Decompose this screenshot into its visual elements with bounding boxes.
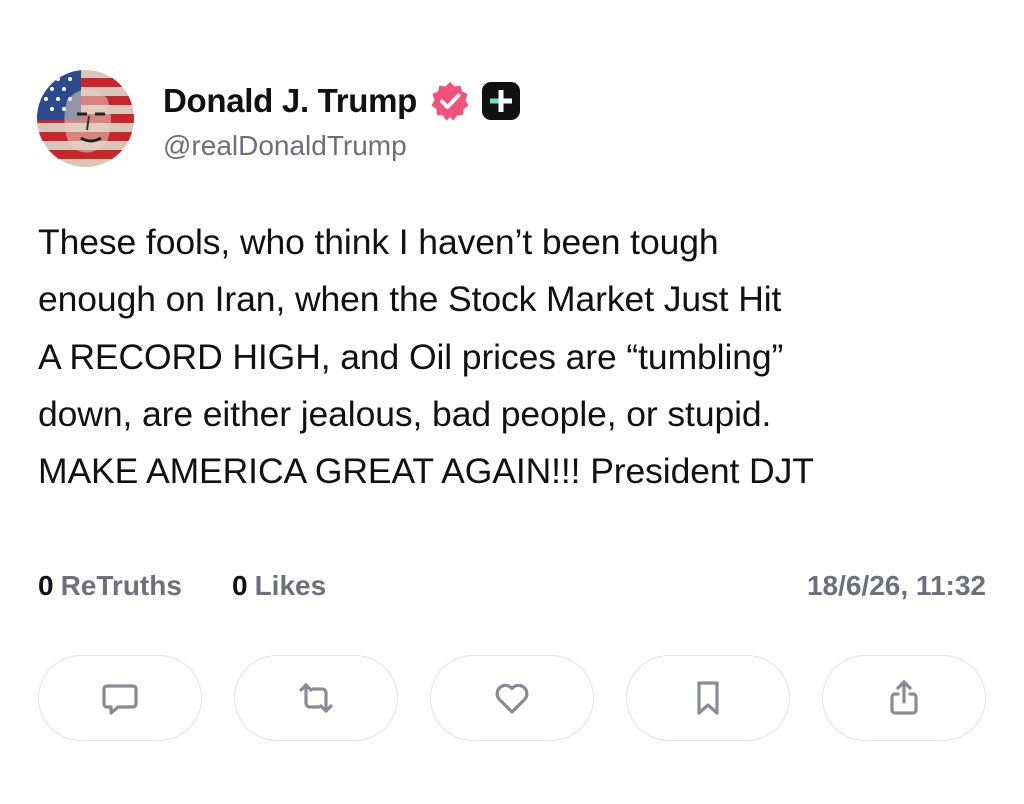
retruth-button[interactable]: [234, 655, 398, 741]
retruth-icon: [299, 683, 333, 713]
likes-label: Likes: [254, 570, 327, 601]
reply-button[interactable]: [38, 655, 202, 741]
like-button[interactable]: [430, 655, 594, 741]
likes-stat[interactable]: 0 Likes: [232, 570, 326, 602]
action-bar: [38, 655, 988, 743]
retruths-count: 0: [38, 570, 54, 601]
flag-face-avatar-icon: [37, 70, 134, 167]
bookmark-icon: [697, 681, 719, 715]
bookmark-button[interactable]: [626, 655, 790, 741]
post-header: Donald J. Trump @realDonaldTrump: [37, 70, 977, 170]
truth-plus-icon: [481, 81, 521, 121]
retruths-label: ReTruths: [60, 570, 182, 601]
comment-icon: [102, 684, 138, 715]
display-name[interactable]: Donald J. Trump: [163, 82, 417, 120]
post-stats: 0 ReTruths 0 Likes 18/6/26, 11:32: [38, 570, 988, 610]
verified-badge-icon: [429, 80, 471, 122]
user-handle[interactable]: @realDonaldTrump: [163, 130, 407, 162]
share-icon: [890, 680, 918, 715]
heart-icon: [495, 683, 529, 714]
likes-count: 0: [232, 570, 248, 601]
retruths-stat[interactable]: 0 ReTruths: [38, 570, 182, 602]
post-body-text: These fools, who think I haven’t been to…: [38, 222, 814, 492]
avatar[interactable]: [37, 70, 134, 167]
post-timestamp: 18/6/26, 11:32: [806, 570, 986, 601]
share-button[interactable]: [822, 655, 986, 741]
name-row: Donald J. Trump: [163, 78, 521, 124]
